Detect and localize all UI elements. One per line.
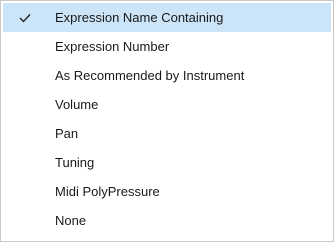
menu-item-none[interactable]: None — [3, 206, 331, 235]
menu-item-label: Expression Name Containing — [55, 10, 224, 25]
checkmark-icon — [3, 3, 47, 32]
menu-item-label: Volume — [55, 97, 99, 112]
menu-list: Expression Name Containing Expression Nu… — [3, 3, 331, 235]
menu-item-label: Tuning — [55, 155, 95, 170]
menu-item-label: None — [55, 213, 87, 228]
menu-item-volume[interactable]: Volume — [3, 90, 331, 119]
menu-item-tuning[interactable]: Tuning — [3, 148, 331, 177]
menu-item-expression-name-containing[interactable]: Expression Name Containing — [3, 3, 331, 32]
context-menu: Expression Name Containing Expression Nu… — [0, 0, 334, 242]
menu-item-label: Expression Number — [55, 39, 170, 54]
menu-item-as-recommended-by-instrument[interactable]: As Recommended by Instrument — [3, 61, 331, 90]
menu-item-label: Midi PolyPressure — [55, 184, 160, 199]
menu-item-expression-number[interactable]: Expression Number — [3, 32, 331, 61]
menu-item-midi-polypressure[interactable]: Midi PolyPressure — [3, 177, 331, 206]
menu-item-label: Pan — [55, 126, 79, 141]
menu-item-pan[interactable]: Pan — [3, 119, 331, 148]
menu-item-label: As Recommended by Instrument — [55, 68, 245, 83]
